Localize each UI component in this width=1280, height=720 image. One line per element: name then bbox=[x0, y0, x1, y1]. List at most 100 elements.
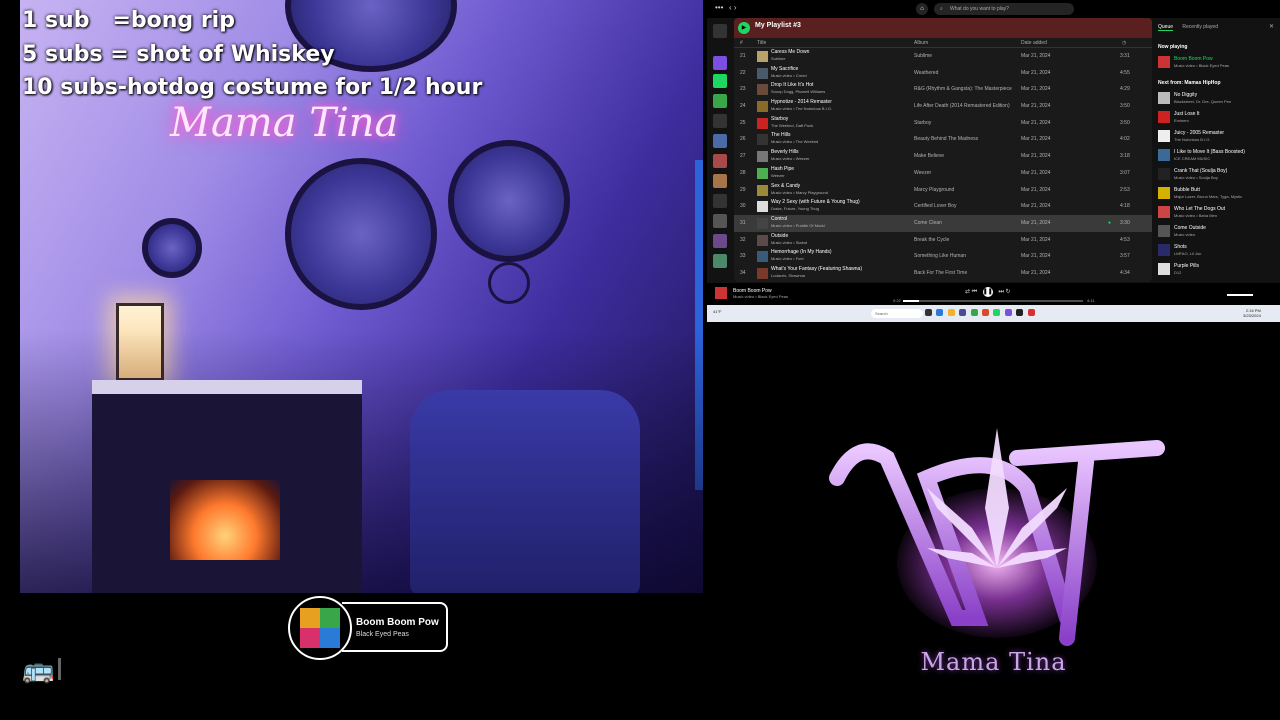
track-artist: Music video • Creed bbox=[771, 72, 807, 78]
volume-slider[interactable] bbox=[1227, 294, 1253, 296]
track-date-added: Mar 21, 2024 bbox=[1021, 153, 1051, 160]
queue-item[interactable]: I Like to Move It (Bass Boosted) ICE CREA… bbox=[1158, 147, 1276, 163]
taskbar-app-icon[interactable] bbox=[1004, 309, 1012, 316]
table-row[interactable]: 24 Hypnotize - 2014 Remaster Music video •… bbox=[734, 98, 1152, 115]
taskbar-clock[interactable]: 2:16 PM 3/23/2024 bbox=[1243, 308, 1261, 318]
queue-item[interactable]: Just Lose It Eminem bbox=[1158, 109, 1276, 125]
taskbar-app-icon[interactable] bbox=[1027, 309, 1035, 316]
track-duration: 4:18 bbox=[1120, 203, 1130, 210]
dreamcatcher bbox=[142, 218, 202, 278]
col-duration[interactable]: ◷ bbox=[1122, 40, 1126, 46]
track-album: Marcy Playground bbox=[914, 186, 955, 193]
library-item[interactable] bbox=[713, 24, 727, 38]
taskbar-search[interactable]: Search bbox=[871, 309, 923, 318]
track-number: 25 bbox=[740, 119, 746, 126]
table-row[interactable]: 33 Hemorrhage (In My Hands) Music video • … bbox=[734, 248, 1152, 265]
track-artist: Music video • Puddle Of Mudd bbox=[771, 222, 825, 228]
table-row[interactable]: 31 Control Music video • Puddle Of Mudd Com… bbox=[734, 214, 1152, 232]
progress-bar[interactable] bbox=[903, 300, 1083, 302]
track-title: What's Your Fantasy (Featuring Shawna) bbox=[771, 265, 863, 272]
table-row[interactable]: 32 Outside Music video • Staind Break the C… bbox=[734, 232, 1152, 249]
taskbar-app-icon[interactable] bbox=[993, 309, 1001, 316]
shuffle-icon[interactable]: ⇄ bbox=[965, 289, 970, 295]
col-number[interactable]: # bbox=[740, 40, 743, 46]
library-item[interactable] bbox=[713, 234, 727, 248]
menu-dots-icon[interactable]: ••• bbox=[715, 3, 723, 12]
taskbar-app-icon[interactable] bbox=[936, 309, 944, 316]
back-arrow-icon[interactable]: ‹ › bbox=[729, 3, 737, 12]
queue-item[interactable]: Shots LMFAO, Lil Jon bbox=[1158, 242, 1276, 258]
track-number: 27 bbox=[740, 153, 746, 160]
track-date-added: Mar 21, 2024 bbox=[1021, 103, 1051, 110]
tab-recently-played[interactable]: Recently played bbox=[1182, 24, 1218, 30]
queue-item[interactable]: Crank That (Soulja Boy) Music video • Sou… bbox=[1158, 166, 1276, 182]
liked-check-icon[interactable]: ● bbox=[1108, 220, 1111, 226]
table-row[interactable]: 25 Starboy The Weeknd, Daft Punk Starboy Mar… bbox=[734, 115, 1152, 132]
play-button[interactable]: ▶ bbox=[738, 22, 750, 34]
track-album: Make Believe bbox=[914, 153, 945, 160]
queue-current-item[interactable]: Boom Boom Pow Music video • Black Eyed P… bbox=[1158, 54, 1276, 70]
table-row[interactable]: 29 Sex & Candy Music video • Marcy Playgro… bbox=[734, 182, 1152, 199]
track-title: Hypnotize - 2014 Remaster bbox=[771, 99, 832, 106]
pause-button[interactable]: ❚❚ bbox=[982, 287, 993, 297]
track-art bbox=[757, 151, 768, 163]
home-icon[interactable]: ⌂ bbox=[916, 3, 928, 15]
sub-rule: 1 sub =bong rip bbox=[22, 8, 235, 33]
queue-item[interactable]: Come Outside Music video bbox=[1158, 223, 1276, 239]
table-row[interactable]: 30 Way 2 Sexy (with Future & Young Thug) D… bbox=[734, 198, 1152, 215]
search-input[interactable]: ⌕ What do you want to play? bbox=[934, 3, 1074, 15]
track-album: Weathered bbox=[914, 69, 939, 76]
library-item[interactable] bbox=[713, 154, 727, 168]
col-title[interactable]: Title bbox=[757, 40, 766, 46]
logo-name: Mama Tina bbox=[920, 648, 1067, 676]
library-item[interactable] bbox=[713, 174, 727, 188]
library-item[interactable] bbox=[713, 94, 727, 108]
close-icon[interactable]: ✕ bbox=[1269, 23, 1274, 30]
track-date-added: Mar 21, 2024 bbox=[1021, 53, 1051, 59]
taskbar-app-icon[interactable] bbox=[959, 309, 967, 316]
track-art bbox=[757, 101, 768, 113]
library-item[interactable] bbox=[713, 56, 727, 70]
track-date-added: Mar 21, 2024 bbox=[1021, 86, 1051, 93]
library-item[interactable] bbox=[713, 134, 727, 148]
queue-item[interactable]: Purple Pills D12 bbox=[1158, 261, 1276, 277]
taskbar-app-icon[interactable] bbox=[970, 309, 978, 316]
table-row[interactable]: 26 The Hills Music video • The Weeknd Beaut… bbox=[734, 131, 1152, 148]
taskbar-app-icon[interactable] bbox=[925, 309, 932, 316]
taskbar-app-icon[interactable] bbox=[981, 309, 989, 316]
track-artist: Music video • Staind bbox=[771, 239, 808, 245]
library-item[interactable] bbox=[713, 214, 727, 228]
table-row[interactable]: 23 Drop It Like It's Hot Snoop Dogg, Pharr… bbox=[734, 81, 1152, 98]
col-date-added[interactable]: Date added bbox=[1021, 40, 1047, 46]
track-list: 21 Caress Me Down Sublime Sublime Mar 21, 20… bbox=[734, 48, 1152, 282]
playlist-view: ▶ My Playlist #3 # Title Album Date adde… bbox=[734, 18, 1152, 282]
library-item[interactable] bbox=[713, 74, 727, 88]
taskbar-app-icon[interactable] bbox=[947, 309, 955, 316]
player-album-art[interactable] bbox=[715, 287, 727, 299]
library-item[interactable] bbox=[713, 254, 727, 268]
library-item[interactable] bbox=[713, 114, 727, 128]
repeat-icon[interactable]: ↻ bbox=[1006, 289, 1011, 295]
previous-icon[interactable]: ⏮ bbox=[972, 289, 977, 295]
weather-widget[interactable]: 41°F bbox=[713, 309, 722, 314]
table-row[interactable]: 28 Hash Pipe Weezer Weezer Mar 21, 2024 3:07 bbox=[734, 165, 1152, 182]
tab-queue[interactable]: Queue bbox=[1158, 24, 1174, 31]
table-row[interactable]: 27 Beverly Hills Music video • Weezer Make … bbox=[734, 148, 1152, 165]
library-item[interactable] bbox=[713, 194, 727, 208]
table-row[interactable]: 22 My Sacrifice Music video • Creed Weather… bbox=[734, 65, 1152, 82]
track-duration: 4:29 bbox=[1120, 86, 1130, 93]
track-artist: Music video • Marcy Playground bbox=[771, 189, 828, 195]
queue-item[interactable]: No Diggity Blackstreet, Dr. Dre, Queen Pe… bbox=[1158, 90, 1276, 106]
next-icon[interactable]: ⏭ bbox=[998, 289, 1003, 295]
taskbar-app-icon[interactable] bbox=[1016, 309, 1024, 316]
sub-rule: 5 subs = shot of Whiskey bbox=[22, 41, 335, 67]
queue-item[interactable]: Bubble Butt Major Lazer, Bruno Mars, Tyga… bbox=[1158, 185, 1276, 201]
track-number: 28 bbox=[740, 169, 746, 176]
player-artist[interactable]: Music video • Black Eyed Peas bbox=[733, 294, 788, 299]
queue-item[interactable]: Who Let The Dogs Out Music video • Baha M… bbox=[1158, 204, 1276, 220]
table-row[interactable]: 21 Caress Me Down Sublime Sublime Mar 21, 20… bbox=[734, 48, 1152, 65]
col-album[interactable]: Album bbox=[914, 40, 928, 46]
queue-item[interactable]: Juicy - 2005 Remaster The Notorious B.I.G… bbox=[1158, 128, 1276, 144]
table-row[interactable]: 34 What's Your Fantasy (Featuring Shawna)… bbox=[734, 265, 1152, 282]
track-artist: Music video • Weezer bbox=[771, 156, 810, 162]
